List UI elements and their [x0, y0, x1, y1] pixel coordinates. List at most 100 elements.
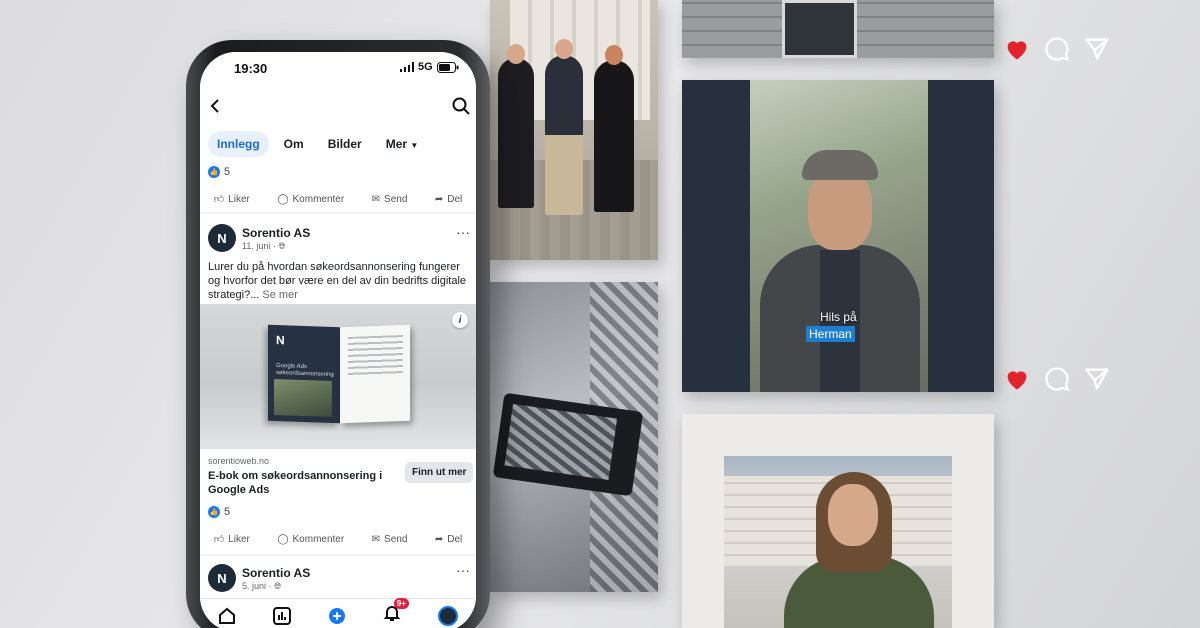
share-icon[interactable]	[1083, 365, 1111, 393]
messenger-icon: ✉	[371, 533, 381, 545]
comment-label: Kommenter	[292, 193, 345, 205]
share-button[interactable]: ➦ Del	[435, 194, 462, 205]
globe-icon: 🌐︎	[278, 241, 286, 251]
see-more-link[interactable]: Se mer	[262, 289, 297, 301]
share-icon[interactable]	[1083, 35, 1111, 63]
avatar-logo: N	[217, 570, 227, 586]
ebook-page	[340, 324, 410, 424]
post-body: Lurer du på hvordan søkeordsannonsering …	[208, 261, 467, 301]
create-icon[interactable]	[328, 607, 346, 625]
send-button[interactable]: ✉ Send	[372, 194, 408, 205]
next-post-author[interactable]: Sorentio AS	[242, 566, 310, 580]
person-left	[498, 44, 534, 208]
like-reaction-icon: 👍	[208, 166, 220, 178]
comment-icon[interactable]	[1043, 365, 1071, 393]
notification-badge: 9+	[393, 598, 409, 609]
tab-more[interactable]: Mer ▼	[377, 131, 428, 157]
send-label: Send	[384, 193, 408, 205]
ebook-photo	[274, 378, 332, 417]
more-options-icon[interactable]: ···	[456, 224, 470, 240]
search-icon[interactable]	[452, 97, 470, 115]
woman-face	[828, 484, 878, 546]
like-button[interactable]: 👍︎ Liker	[214, 193, 250, 206]
more-options-icon[interactable]: ···	[456, 562, 470, 578]
share-label: Del	[447, 533, 463, 545]
tab-photos[interactable]: Bilder	[319, 131, 371, 157]
globe-icon: 🌐︎	[274, 581, 282, 591]
person-right	[594, 45, 634, 212]
herman-photo: Hils på Herman	[750, 80, 928, 392]
photo-camera-monitor	[490, 282, 658, 592]
post-date-text: 11. juni	[242, 241, 271, 251]
post-author[interactable]: Sorentio AS	[242, 226, 310, 240]
insights-icon[interactable]	[273, 606, 292, 625]
caret-down-icon: ▼	[410, 141, 419, 150]
send-label: Send	[384, 533, 408, 545]
home-icon[interactable]	[218, 607, 236, 625]
avatar-logo: N	[217, 230, 227, 246]
prev-post-reactions[interactable]: 👍 5	[208, 166, 230, 178]
like-label: Liker	[228, 193, 250, 205]
reel-caption-line1: Hils på	[820, 310, 857, 324]
bottom-navigation: 9+	[200, 598, 476, 628]
prev-post-actions: 👍︎ Liker ◯ Kommenter ✉ Send ➦ Del	[200, 186, 476, 212]
notifications-button[interactable]: 9+	[383, 598, 409, 627]
share-label: Del	[447, 193, 463, 205]
woman-photo	[724, 456, 952, 628]
thumbs-up-icon: 👍︎	[213, 534, 225, 545]
post-reaction-count: 5	[224, 506, 231, 518]
person-middle	[545, 39, 583, 215]
learn-more-button[interactable]: Finn ut mer	[405, 462, 474, 483]
profile-avatar[interactable]	[437, 605, 458, 626]
prev-reaction-count: 5	[224, 166, 231, 178]
ebook-title: Google Ads søkeordsannonsering	[276, 363, 334, 379]
comment-icon[interactable]	[1043, 35, 1071, 63]
status-time: 19:30	[234, 61, 268, 76]
heart-icon[interactable]	[1003, 35, 1031, 63]
photo-street-walk	[490, 0, 658, 260]
comment-bubble-icon: ◯	[277, 193, 289, 205]
tab-more-label: Mer	[385, 137, 408, 151]
ebook-cover: N Google Ads søkeordsannonsering	[268, 324, 340, 424]
post-text: Lurer du på hvordan søkeordsannonsering …	[208, 260, 470, 302]
link-title[interactable]: E-bok om søkeordsannonsering i Google Ad…	[208, 469, 388, 497]
post-card: N Sorentio AS 11. juni · 🌐︎ ··· Lurer du…	[200, 214, 476, 554]
like-label: Liker	[228, 533, 250, 545]
ad-info-icon[interactable]: i	[452, 312, 468, 328]
like-button[interactable]: 👍︎ Liker	[213, 533, 250, 546]
reel-caption-line2: Herman	[806, 326, 855, 342]
tab-posts[interactable]: Innlegg	[208, 131, 269, 157]
post-date: 11. juni · 🌐︎	[242, 241, 286, 251]
house-window	[782, 0, 857, 58]
comment-button[interactable]: ◯ Kommenter	[277, 194, 344, 205]
share-arrow-icon: ➦	[434, 193, 444, 205]
page-tabs: Innlegg Om Bilder Mer ▼	[208, 131, 427, 157]
phone-screen: 19:30 5G Innlegg Om Bilder Mer ▼ 👍 5 👍︎ L…	[200, 52, 476, 628]
back-arrow-icon[interactable]	[208, 98, 224, 114]
like-reaction-icon: 👍	[208, 506, 220, 518]
messenger-icon: ✉	[371, 193, 381, 205]
network-label: 5G	[418, 61, 433, 73]
comment-label: Kommenter	[292, 533, 345, 545]
battery-icon	[436, 61, 459, 73]
photo-woman-portrait	[682, 414, 994, 628]
share-button[interactable]: ➦ Del	[435, 534, 462, 545]
camera-monitor	[492, 392, 644, 497]
heart-icon[interactable]	[1003, 365, 1031, 393]
send-button[interactable]: ✉ Send	[372, 534, 408, 545]
herman-face	[808, 170, 872, 250]
avatar[interactable]: N	[208, 224, 236, 252]
comment-button[interactable]: ◯ Kommenter	[277, 534, 344, 545]
next-post-date-text: 5. juni	[242, 581, 267, 591]
signal-icon	[400, 62, 414, 72]
ebook-text-lines	[348, 335, 403, 377]
avatar[interactable]: N	[208, 564, 236, 592]
monitor-screen	[504, 403, 618, 480]
photo-house-wall	[682, 0, 994, 58]
ad-image[interactable]: N Google Ads søkeordsannonsering i	[200, 304, 476, 449]
link-domain: sorentioweb.no	[208, 456, 270, 466]
post-reactions[interactable]: 👍 5	[208, 506, 230, 518]
post-actions: 👍︎ Liker ◯ Kommenter ✉ Send ➦ Del	[200, 526, 476, 552]
reel-herman[interactable]: Hils på Herman	[682, 80, 994, 392]
tab-about[interactable]: Om	[275, 131, 313, 157]
